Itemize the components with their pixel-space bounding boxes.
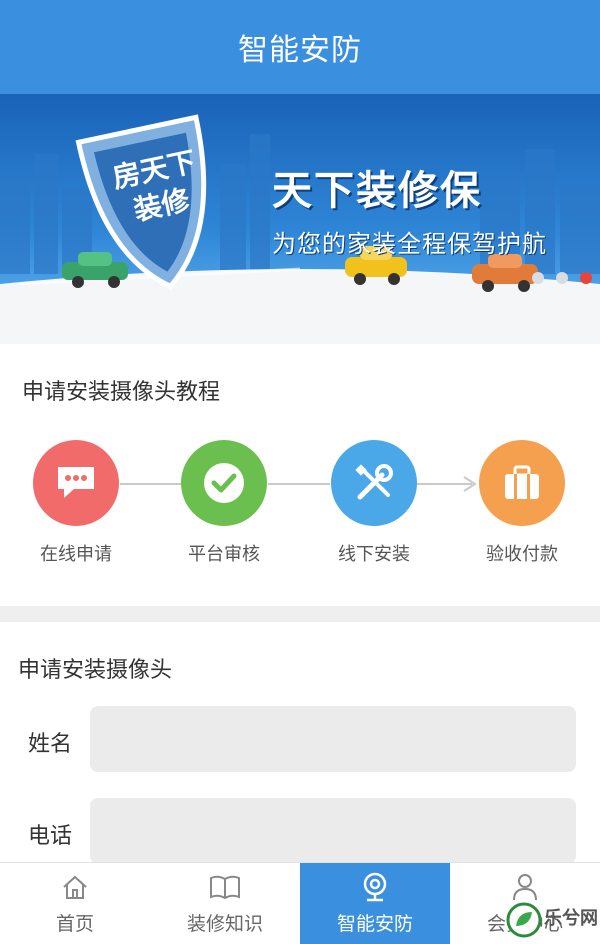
form-title: 申请安装摄像头 [18, 658, 173, 683]
camera-icon [361, 871, 389, 903]
chat-bubble-icon [33, 440, 119, 526]
tab-label: 装修知识 [186, 913, 263, 935]
step-label: 线下安装 [338, 544, 410, 565]
app-header: 智能安防 [0, 0, 600, 94]
step-label: 在线申请 [40, 544, 112, 565]
step-install: 线下安装 [314, 440, 434, 566]
tab-security[interactable]: 智能安防 [300, 863, 450, 944]
apply-form: 申请安装摄像头 姓名 电话 [0, 622, 600, 864]
name-input[interactable] [90, 706, 576, 772]
tab-knowledge[interactable]: 装修知识 [150, 863, 300, 944]
leaf-logo-icon [506, 902, 542, 938]
step-review: 平台审核 [164, 440, 284, 566]
watermark-text: 乐兮网 [544, 908, 598, 929]
book-icon [209, 871, 241, 903]
carousel-dot[interactable] [532, 272, 544, 284]
banner-text: 天下装修保 为您的家装全程保驾护航 [272, 158, 547, 259]
phone-label: 电话 [28, 824, 73, 849]
banner-headline: 天下装修保 [272, 168, 482, 214]
phone-input[interactable] [90, 798, 576, 864]
step-label: 平台审核 [188, 544, 260, 565]
tools-icon [331, 440, 417, 526]
home-icon [61, 871, 89, 903]
suitcase-icon [479, 440, 565, 526]
tutorial-title: 申请安装摄像头教程 [22, 380, 221, 405]
carousel-dots [532, 272, 592, 284]
step-label: 验收付款 [486, 544, 558, 565]
banner-subline: 为您的家装全程保驾护航 [272, 230, 547, 258]
step-accept: 验收付款 [462, 440, 582, 566]
tab-label: 智能安防 [336, 913, 413, 935]
page-title: 智能安防 [238, 33, 362, 68]
name-label: 姓名 [28, 732, 73, 757]
carousel-dot[interactable] [556, 272, 568, 284]
tutorial-steps: 在线申请 平台审核 线下安装 验收付款 [0, 440, 600, 580]
step-apply: 在线申请 [16, 440, 136, 566]
user-icon [512, 871, 538, 903]
check-icon [181, 440, 267, 526]
promo-banner[interactable]: 房天下 装修 天下装修保 为您的家装全程保驾护航 [0, 94, 600, 344]
site-watermark: 乐兮网 [504, 900, 600, 944]
carousel-dot-active[interactable] [580, 272, 592, 284]
tab-label: 首页 [55, 913, 94, 935]
tutorial-card: 申请安装摄像头教程 在线申请 平台审核 线下安装 验收付款 [0, 344, 600, 606]
tab-home[interactable]: 首页 [0, 863, 150, 944]
